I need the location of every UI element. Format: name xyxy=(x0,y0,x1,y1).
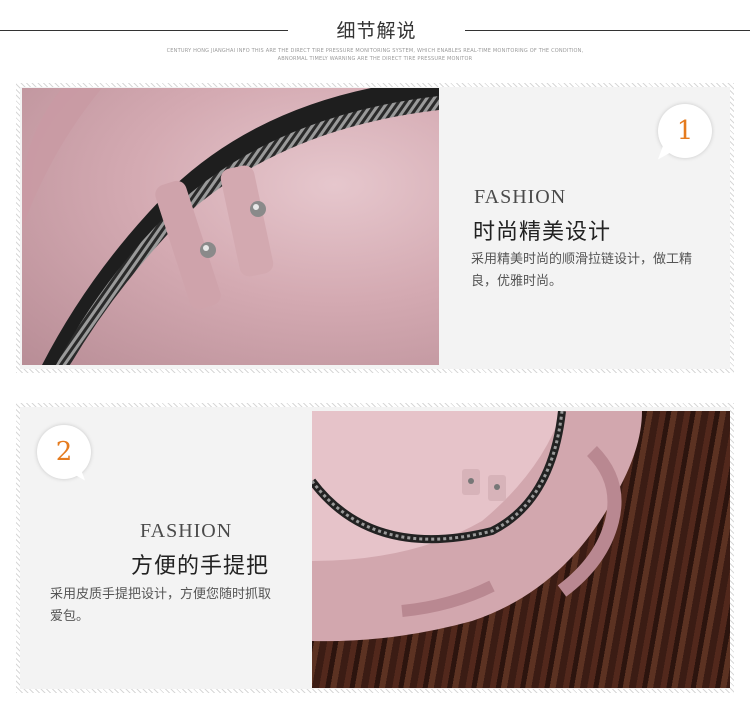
number-badge-1: 1 xyxy=(657,104,712,164)
zipper-closeup-photo xyxy=(22,88,439,365)
handle-closeup-illustration xyxy=(312,411,642,642)
section-1-description: 采用精美时尚的顺滑拉链设计，做工精良，优雅时尚。 xyxy=(471,252,693,289)
section-1-english-heading: FASHION xyxy=(474,186,567,208)
number-badge-1-label: 1 xyxy=(676,116,694,146)
header-subtitle: CENTURY HONG JIANGHAI INFO THIS ARE THE … xyxy=(150,47,600,63)
section-2-english-heading: FASHION xyxy=(140,520,233,542)
handle-closeup-photo xyxy=(312,411,730,688)
header-subtitle-line1: CENTURY HONG JIANGHAI INFO THIS ARE THE … xyxy=(166,48,584,54)
header-subtitle-line2: ABNORMAL TIMELY WARNING ARE THE DIRECT T… xyxy=(277,56,473,62)
section-title: 细节解说 xyxy=(336,20,417,42)
section-2-description: 采用皮质手提把设计，方便您随时抓取爱包。 xyxy=(50,587,272,624)
zipper-closeup-illustration xyxy=(22,88,439,365)
header-rule-right xyxy=(465,30,750,31)
section-1-title: 时尚精美设计 xyxy=(473,220,612,245)
section-2-title: 方便的手提把 xyxy=(131,554,270,579)
number-badge-2: 2 xyxy=(37,425,91,485)
header-rule-left xyxy=(0,30,288,31)
number-badge-2-label: 2 xyxy=(55,437,73,467)
